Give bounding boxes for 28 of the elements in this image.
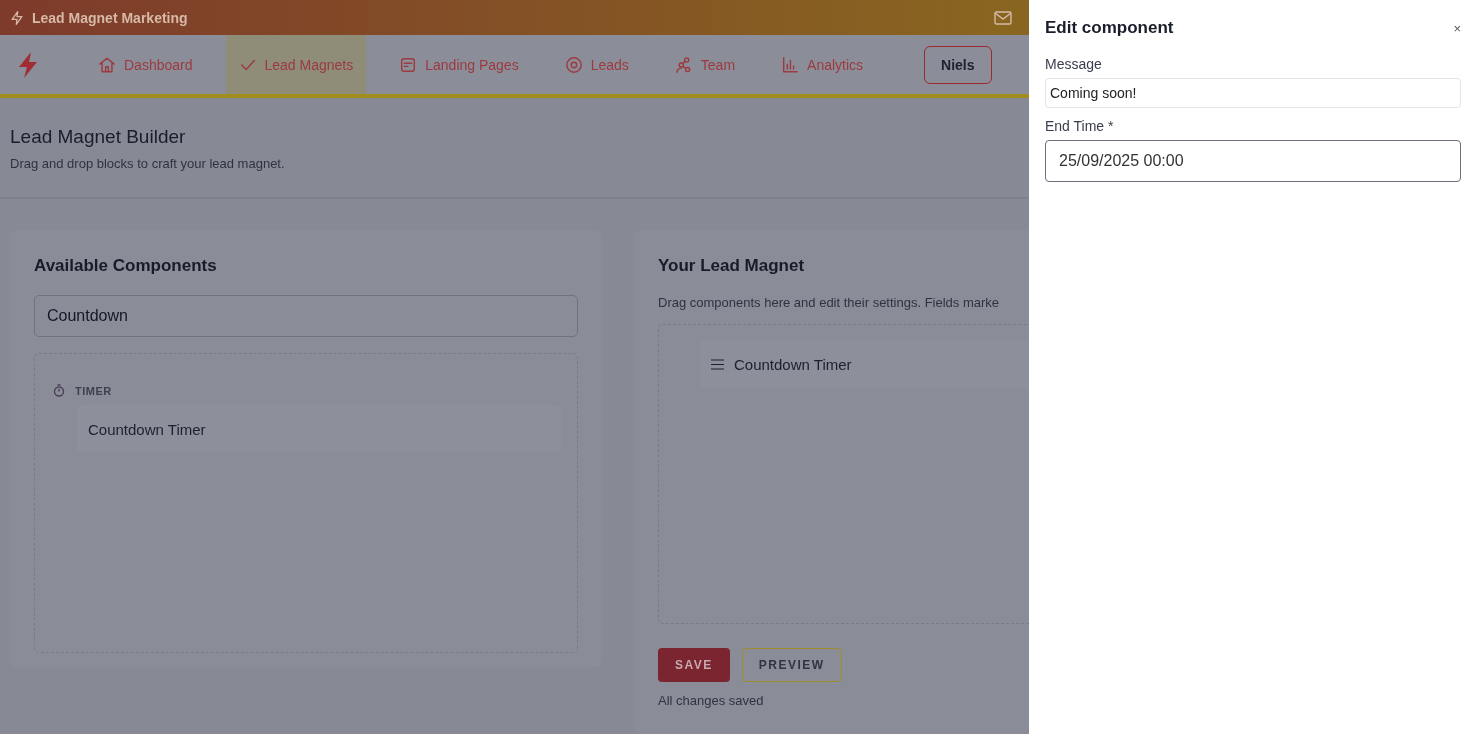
home-icon	[98, 55, 116, 74]
card-title: Your Lead Magnet	[658, 256, 806, 276]
group-label: TIMER	[75, 384, 112, 397]
card-title: Available Components	[34, 256, 218, 276]
drag-handle-icon[interactable]	[711, 359, 724, 370]
builder-description: Drag components here and edit their settings. Fields marke	[658, 295, 1001, 310]
block-label: Countdown Timer	[734, 356, 852, 373]
user-button[interactable]: Niels	[924, 45, 992, 84]
date-time-field[interactable]: 25/09/2025 00:00	[1045, 140, 1461, 182]
mail-icon[interactable]	[994, 10, 1012, 25]
lightning-icon	[10, 10, 24, 25]
search-field[interactable]: Countdown	[34, 295, 578, 337]
bar-chart-icon	[781, 55, 800, 74]
drawer-title: Edit component	[1045, 18, 1174, 38]
team-icon	[674, 55, 693, 74]
app-title: Lead Magnet Marketing	[32, 9, 188, 26]
stopwatch-icon	[53, 384, 65, 397]
document-icon	[399, 55, 418, 74]
close-button[interactable]: ×	[1449, 20, 1461, 36]
page-subtitle: Drag and drop blocks to craft your lead magnet.	[10, 156, 286, 171]
preview-button[interactable]: PREVIEW	[741, 648, 842, 682]
target-icon	[564, 55, 583, 74]
save-status: All changes saved	[658, 693, 765, 708]
field-label: End Time *	[1045, 118, 1115, 134]
page-title: Lead Magnet Builder	[10, 126, 187, 148]
field-label: Message	[1045, 56, 1103, 72]
save-button[interactable]: SAVE	[658, 648, 730, 682]
message-field[interactable]: Coming soon!	[1045, 78, 1461, 108]
